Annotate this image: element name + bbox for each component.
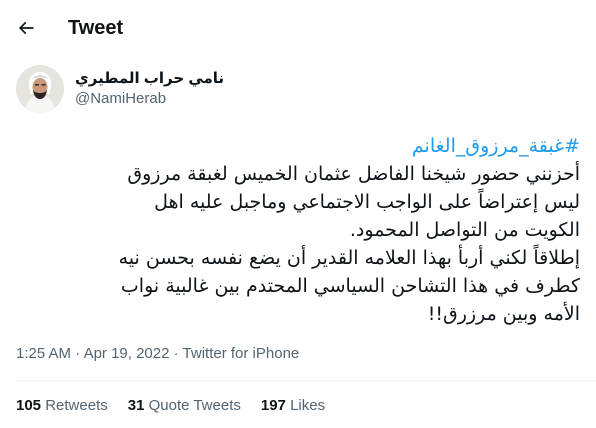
author-name[interactable]: نامي حراب المطيري [75, 69, 224, 89]
tweet-time[interactable]: 1:25 AM [16, 345, 71, 362]
quote-tweets-label: Quote Tweets [148, 397, 241, 414]
meta-separator: · [75, 345, 81, 362]
page-header: Tweet [0, 0, 596, 56]
likes-label: Likes [290, 397, 326, 414]
tweet-text: #غبقة_مرزوق_الغانم أحزنني حضور شيخنا الف… [16, 132, 580, 328]
tweet-line: أحزنني حضور شيخنا الفاضل عثمان الخميس لغ… [127, 163, 580, 185]
divider [16, 380, 596, 381]
back-button[interactable] [12, 14, 40, 42]
tweet-line: إطلاقاً لكني أربأ بهذا العلامه القدير أن… [118, 247, 580, 269]
likes-count: 197 [260, 397, 286, 414]
quote-tweets-count: 31 [127, 397, 145, 414]
quote-tweets-stat[interactable]: 31 Quote Tweets [128, 396, 241, 416]
tweet-line: كطرف في هذا التشاحن السياسي المحتدم بين … [120, 275, 580, 297]
retweets-count: 105 [16, 397, 42, 414]
author-handle[interactable]: @NamiHerab [75, 89, 166, 109]
hashtag-link[interactable]: #غبقة_مرزوق_الغانم [16, 132, 580, 160]
arrow-left-icon [18, 21, 34, 35]
likes-stat[interactable]: 197 Likes [261, 396, 325, 416]
tweet-line: الأمه وبين مرزرق!! [427, 303, 580, 325]
retweets-label: Retweets [45, 397, 108, 414]
avatar[interactable] [16, 65, 64, 113]
tweet-stats: 105 Retweets 31 Quote Tweets 197 Likes [16, 396, 325, 416]
retweets-stat[interactable]: 105 Retweets [16, 396, 108, 416]
avatar-image [16, 65, 64, 113]
tweet-date[interactable]: Apr 19, 2022 [84, 345, 170, 362]
page-title: Tweet [68, 17, 124, 39]
tweet-line: الكويت من التواصل المحمود. [349, 219, 580, 241]
tweet-metadata: 1:25 AM · Apr 19, 2022 · Twitter for iPh… [16, 344, 299, 364]
tweet-line: ليس إعتراضاً على الواجب الاجتماعي وماجبل… [154, 191, 580, 213]
tweet-source[interactable]: Twitter for iPhone [183, 345, 300, 362]
meta-separator: · [173, 345, 179, 362]
